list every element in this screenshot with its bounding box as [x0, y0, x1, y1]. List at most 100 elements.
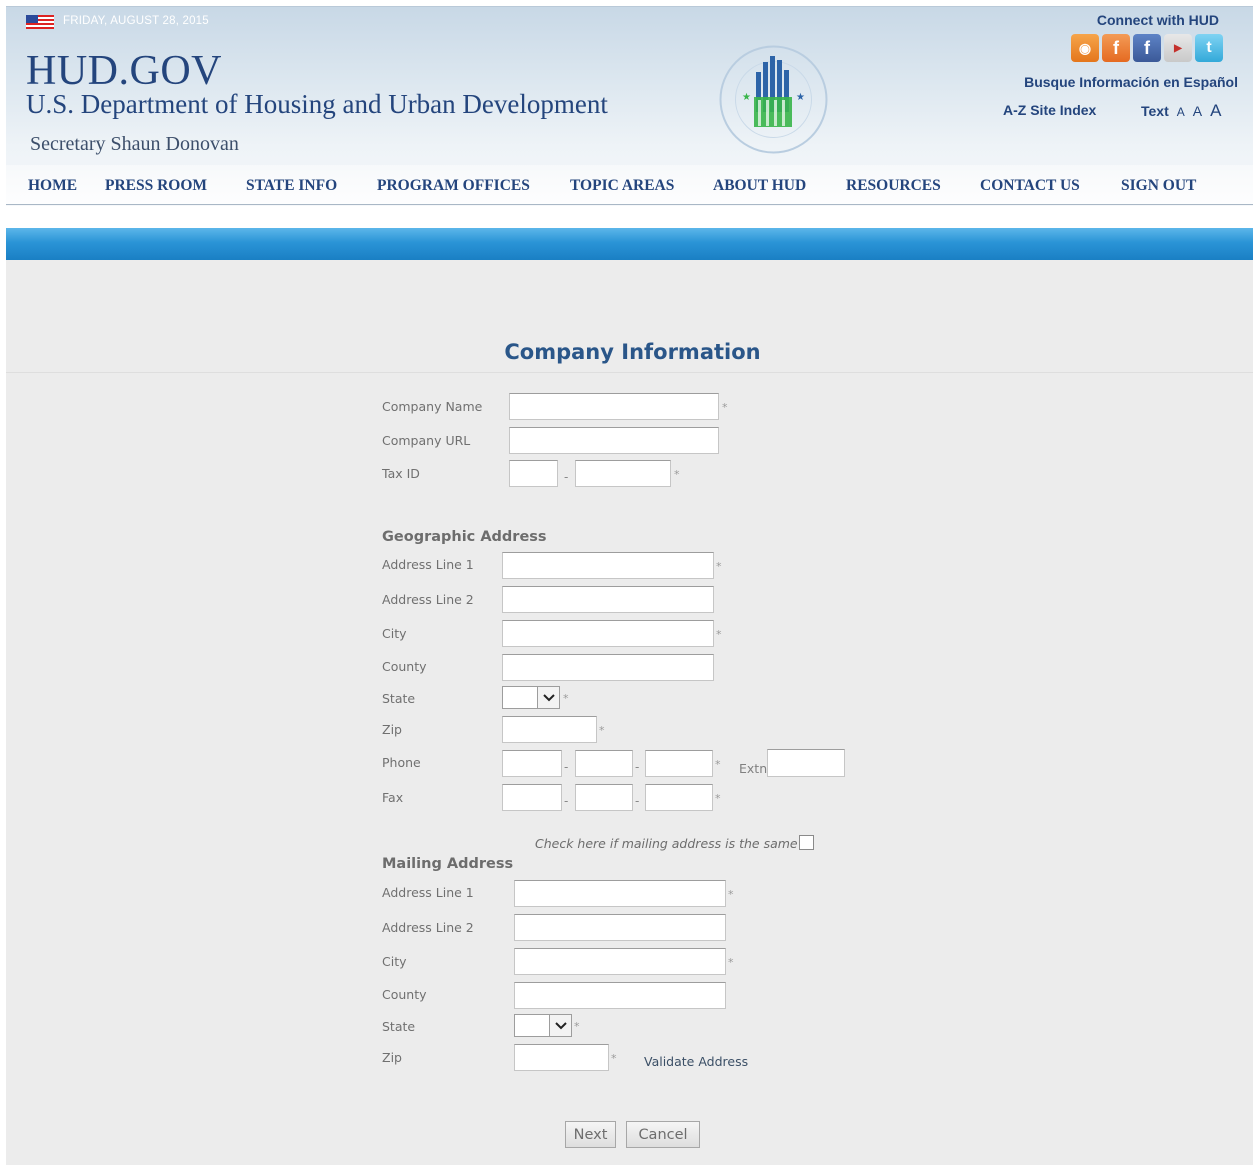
required-marker: * [611, 1052, 617, 1065]
required-marker: * [599, 724, 605, 737]
facebook-icon[interactable]: f [1133, 34, 1161, 62]
company-url-label: Company URL [382, 433, 471, 448]
same-address-label: Check here if mailing address is the sam… [535, 836, 798, 851]
tax-id-part1-input[interactable] [509, 460, 558, 487]
geo-address2-label: Address Line 2 [382, 592, 474, 607]
connect-label: Connect with HUD [1096, 12, 1219, 28]
az-index-link[interactable]: A-Z Site Index [1003, 102, 1096, 118]
nav-resources[interactable]: RESOURCES [846, 177, 941, 195]
tax-id-part2-input[interactable] [575, 460, 671, 487]
mail-address1-input[interactable] [514, 880, 726, 907]
geo-county-label: County [382, 659, 427, 674]
company-url-input[interactable] [509, 427, 719, 454]
tax-id-label: Tax ID [382, 466, 420, 481]
nav-program-offices[interactable]: PROGRAM OFFICES [377, 177, 530, 195]
us-flag-icon [26, 15, 54, 29]
svg-text:★: ★ [796, 92, 805, 103]
nav-sign-out[interactable]: SIGN OUT [1121, 177, 1196, 195]
mailing-address-heading: Mailing Address [382, 856, 514, 872]
text-size-small-button[interactable]: A [1177, 105, 1185, 119]
text-size-label: Text [1141, 103, 1169, 119]
geo-fax-label: Fax [382, 790, 404, 805]
twitter-icon[interactable]: t [1195, 34, 1223, 62]
required-marker: * [674, 468, 680, 481]
text-size-large-button[interactable]: A [1210, 101, 1221, 121]
chevron-down-icon [549, 1015, 571, 1036]
nav-contact-us[interactable]: CONTACT US [980, 177, 1080, 195]
geo-address2-input[interactable] [502, 586, 714, 613]
main-nav: HOME PRESS ROOM STATE INFO PROGRAM OFFIC… [6, 165, 1253, 205]
geo-zip-input[interactable] [502, 716, 597, 743]
phone-line-input[interactable] [645, 750, 713, 777]
geographic-address-heading: Geographic Address [382, 529, 547, 545]
nav-home[interactable]: HOME [28, 177, 77, 195]
mail-address1-label: Address Line 1 [382, 885, 474, 900]
phone-prefix-input[interactable] [575, 750, 633, 777]
nav-topic-areas[interactable]: TOPIC AREAS [570, 177, 674, 195]
required-marker: * [728, 888, 734, 901]
phone-extension-input[interactable] [767, 749, 845, 777]
required-marker: * [715, 792, 721, 805]
title-divider [6, 372, 1253, 373]
geo-zip-label: Zip [382, 722, 402, 737]
company-name-label: Company Name [382, 399, 483, 414]
required-marker: * [715, 758, 721, 771]
geo-state-label: State [382, 691, 416, 706]
mail-county-label: County [382, 987, 427, 1002]
required-marker: * [716, 560, 722, 573]
blue-banner [6, 228, 1253, 260]
nav-state-info[interactable]: STATE INFO [246, 177, 337, 195]
geo-county-input[interactable] [502, 654, 714, 681]
svg-text:★: ★ [742, 92, 751, 103]
separator: - [564, 794, 569, 808]
required-marker: * [716, 628, 722, 641]
geo-address1-input[interactable] [502, 552, 714, 579]
nav-about-hud[interactable]: ABOUT HUD [713, 177, 806, 195]
extn-label: Extn [739, 761, 768, 776]
separator: - [635, 794, 640, 808]
required-marker: * [728, 956, 734, 969]
facebook-icon[interactable]: f [1102, 34, 1130, 62]
same-address-checkbox[interactable] [799, 835, 814, 850]
phone-area-input[interactable] [502, 750, 562, 777]
separator: - [564, 470, 569, 484]
mail-zip-input[interactable] [514, 1044, 609, 1071]
social-icons: ◉ f f ▶ t [1071, 34, 1223, 62]
mail-zip-label: Zip [382, 1050, 402, 1065]
geo-address1-label: Address Line 1 [382, 557, 474, 572]
validate-address-link[interactable]: Validate Address [644, 1054, 748, 1069]
separator: - [564, 760, 569, 774]
mail-county-input[interactable] [514, 982, 726, 1009]
nav-press-room[interactable]: PRESS ROOM [105, 177, 207, 195]
geo-phone-label: Phone [382, 755, 421, 770]
cancel-button[interactable]: Cancel [626, 1121, 700, 1148]
mail-state-label: State [382, 1019, 416, 1034]
required-marker: * [722, 401, 728, 414]
youtube-icon[interactable]: ▶ [1164, 34, 1192, 62]
espanol-link[interactable]: Busque Información en Español [1024, 74, 1238, 90]
rss-icon[interactable]: ◉ [1071, 34, 1099, 62]
geo-city-label: City [382, 626, 407, 641]
site-name-link[interactable]: HUD.GOV [26, 47, 222, 95]
mail-state-select[interactable] [514, 1014, 572, 1037]
geo-city-input[interactable] [502, 620, 714, 647]
mail-city-label: City [382, 954, 407, 969]
text-size-medium-button[interactable]: A [1193, 103, 1202, 119]
fax-line-input[interactable] [645, 784, 713, 811]
page-title: Company Information [504, 340, 761, 364]
secretary-name: Secretary Shaun Donovan [30, 133, 239, 155]
required-marker: * [574, 1020, 580, 1033]
next-button[interactable]: Next [565, 1121, 616, 1148]
fax-prefix-input[interactable] [575, 784, 633, 811]
fax-area-input[interactable] [502, 784, 562, 811]
agency-name: U.S. Department of Housing and Urban Dev… [26, 89, 608, 119]
geo-state-select[interactable] [502, 686, 560, 709]
chevron-down-icon [537, 687, 559, 708]
mail-city-input[interactable] [514, 948, 726, 975]
text-size-controls: Text A A A [1141, 101, 1221, 121]
company-name-input[interactable] [509, 393, 719, 420]
hud-seal-logo: ★ ★ [719, 45, 828, 154]
mail-address2-input[interactable] [514, 914, 726, 941]
mail-address2-label: Address Line 2 [382, 920, 474, 935]
current-date: FRIDAY, AUGUST 28, 2015 [63, 15, 209, 27]
